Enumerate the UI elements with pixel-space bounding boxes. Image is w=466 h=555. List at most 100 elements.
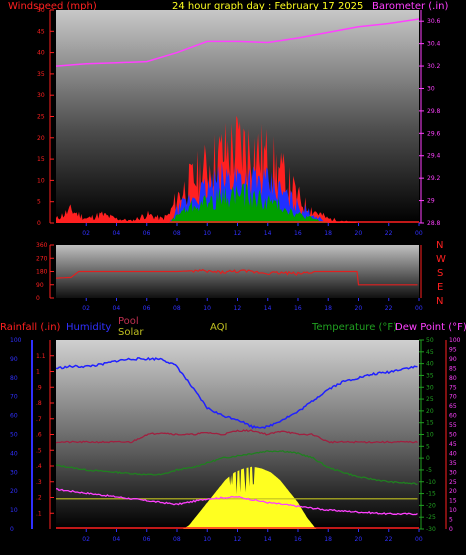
temperature-ytick-label: 45 xyxy=(426,349,434,356)
rain-ytick-label: .2 xyxy=(36,495,42,502)
wind-xtick-label: 18 xyxy=(324,230,332,237)
dewpoint-ytick-label: 65 xyxy=(449,403,457,410)
baro-ytick-label: 30.6 xyxy=(427,18,441,25)
pool-label: Pool xyxy=(118,316,139,327)
temperature-ytick-label: 5 xyxy=(426,443,430,450)
temperature-ytick-label: -15 xyxy=(426,491,436,498)
compass-n-bottom: N xyxy=(436,296,443,307)
climate-xtick-label: 22 xyxy=(385,536,393,543)
temperature-ytick-label: -5 xyxy=(426,467,432,474)
temperature-ytick-label: 30 xyxy=(426,384,434,391)
compass-w: W xyxy=(436,254,446,265)
direction-xtick-label: 22 xyxy=(385,305,393,312)
temperature-ytick-label: 35 xyxy=(426,372,434,379)
wind-xtick-label: 12 xyxy=(234,230,242,237)
dewpoint-axis-label: Dew Point (°F) xyxy=(395,322,466,333)
dewpoint-ytick-label: 55 xyxy=(449,422,457,429)
humidity-ytick-label: 20 xyxy=(10,488,18,495)
rainfall-axis-label: Rainfall (.in) xyxy=(0,322,61,333)
dewpoint-ytick-label: 50 xyxy=(449,432,457,439)
baro-ytick-label: 29.8 xyxy=(427,108,441,115)
wind-ytick-label: 30 xyxy=(37,92,45,99)
dewpoint-ytick-label: 45 xyxy=(449,441,457,448)
climate-xtick-label: 20 xyxy=(355,536,363,543)
wind-ytick-label: 5 xyxy=(37,199,41,206)
climate-xtick-label: 02 xyxy=(82,536,90,543)
dewpoint-ytick-label: 0 xyxy=(449,526,453,533)
wind-ytick-label: 10 xyxy=(37,177,45,184)
direction-ytick-label: 180 xyxy=(36,269,48,276)
rain-ytick-label: .7 xyxy=(36,416,42,423)
direction-ytick-label: 90 xyxy=(36,282,44,289)
climate-xtick-label: 14 xyxy=(264,536,272,543)
climate-xtick-label: 08 xyxy=(173,536,181,543)
baro-ytick-label: 29.4 xyxy=(427,153,441,160)
rain-ytick-label: .4 xyxy=(36,463,42,470)
solar-label: Solar xyxy=(118,327,144,338)
wind-ytick-label: 0 xyxy=(37,220,41,227)
direction-xtick-label: 02 xyxy=(82,305,90,312)
compass-s: S xyxy=(437,268,443,279)
climate-xtick-label: 10 xyxy=(203,536,211,543)
wind-ytick-label: 50 xyxy=(37,7,45,14)
dewpoint-ytick-label: 20 xyxy=(449,488,457,495)
wind-xtick-label: 04 xyxy=(113,230,121,237)
baro-ytick-label: 30 xyxy=(427,85,435,92)
wind-xtick-label: 00 xyxy=(415,230,423,237)
humidity-ytick-label: 0 xyxy=(10,526,14,533)
climate-xtick-label: 00 xyxy=(415,536,423,543)
direction-xtick-label: 18 xyxy=(324,305,332,312)
baro-ytick-label: 29.2 xyxy=(427,175,441,182)
wind-xtick-label: 06 xyxy=(143,230,151,237)
dewpoint-ytick-label: 5 xyxy=(449,517,453,524)
wind-xtick-label: 10 xyxy=(203,230,211,237)
humidity-ytick-label: 10 xyxy=(10,507,18,514)
dewpoint-ytick-label: 75 xyxy=(449,384,457,391)
temperature-ytick-label: 20 xyxy=(426,408,434,415)
humidity-ytick-label: 80 xyxy=(10,375,18,382)
wind-xtick-label: 02 xyxy=(82,230,90,237)
rain-ytick-label: .3 xyxy=(36,479,42,486)
rain-ytick-label: 1.1 xyxy=(36,353,46,360)
temperature-ytick-label: 10 xyxy=(426,432,434,439)
humidity-ytick-label: 30 xyxy=(10,469,18,476)
humidity-ytick-label: 90 xyxy=(10,356,18,363)
wind-xtick-label: 14 xyxy=(264,230,272,237)
dewpoint-ytick-label: 95 xyxy=(449,346,457,353)
wind-xtick-label: 16 xyxy=(294,230,302,237)
dewpoint-ytick-label: 35 xyxy=(449,460,457,467)
dewpoint-ytick-label: 30 xyxy=(449,469,457,476)
direction-ytick-label: 270 xyxy=(36,255,48,262)
temperature-ytick-label: 50 xyxy=(426,337,434,344)
humidity-ytick-label: 60 xyxy=(10,413,18,420)
climate-xtick-label: 12 xyxy=(234,536,242,543)
dewpoint-ytick-label: 40 xyxy=(449,450,457,457)
wind-ytick-label: 40 xyxy=(37,50,45,57)
wind-xtick-label: 20 xyxy=(355,230,363,237)
baro-ytick-label: 28.8 xyxy=(427,220,441,227)
dewpoint-ytick-label: 85 xyxy=(449,365,457,372)
humidity-ytick-label: 100 xyxy=(10,337,22,344)
rain-ytick-label: .5 xyxy=(36,447,42,454)
rain-ytick-label: 1 xyxy=(36,369,40,376)
humidity-ytick-label: 50 xyxy=(10,432,18,439)
temperature-ytick-label: 40 xyxy=(426,361,434,368)
dewpoint-ytick-label: 80 xyxy=(449,375,457,382)
direction-xtick-label: 16 xyxy=(294,305,302,312)
temperature-ytick-label: 15 xyxy=(426,420,434,427)
dewpoint-ytick-label: 60 xyxy=(449,413,457,420)
dewpoint-ytick-label: 25 xyxy=(449,479,457,486)
wind-ytick-label: 35 xyxy=(37,71,45,78)
rain-ytick-label: .1 xyxy=(36,510,42,517)
climate-xtick-label: 04 xyxy=(113,536,121,543)
temperature-ytick-label: 0 xyxy=(426,455,430,462)
wind-ytick-label: 20 xyxy=(37,135,45,142)
compass-e: E xyxy=(437,282,443,293)
direction-xtick-label: 04 xyxy=(113,305,121,312)
dewpoint-ytick-label: 15 xyxy=(449,498,457,505)
baro-ytick-label: 29.6 xyxy=(427,130,441,137)
rain-ytick-label: .6 xyxy=(36,432,42,439)
direction-xtick-label: 20 xyxy=(355,305,363,312)
direction-ytick-label: 0 xyxy=(36,295,40,302)
temperature-ytick-label: -25 xyxy=(426,514,436,521)
